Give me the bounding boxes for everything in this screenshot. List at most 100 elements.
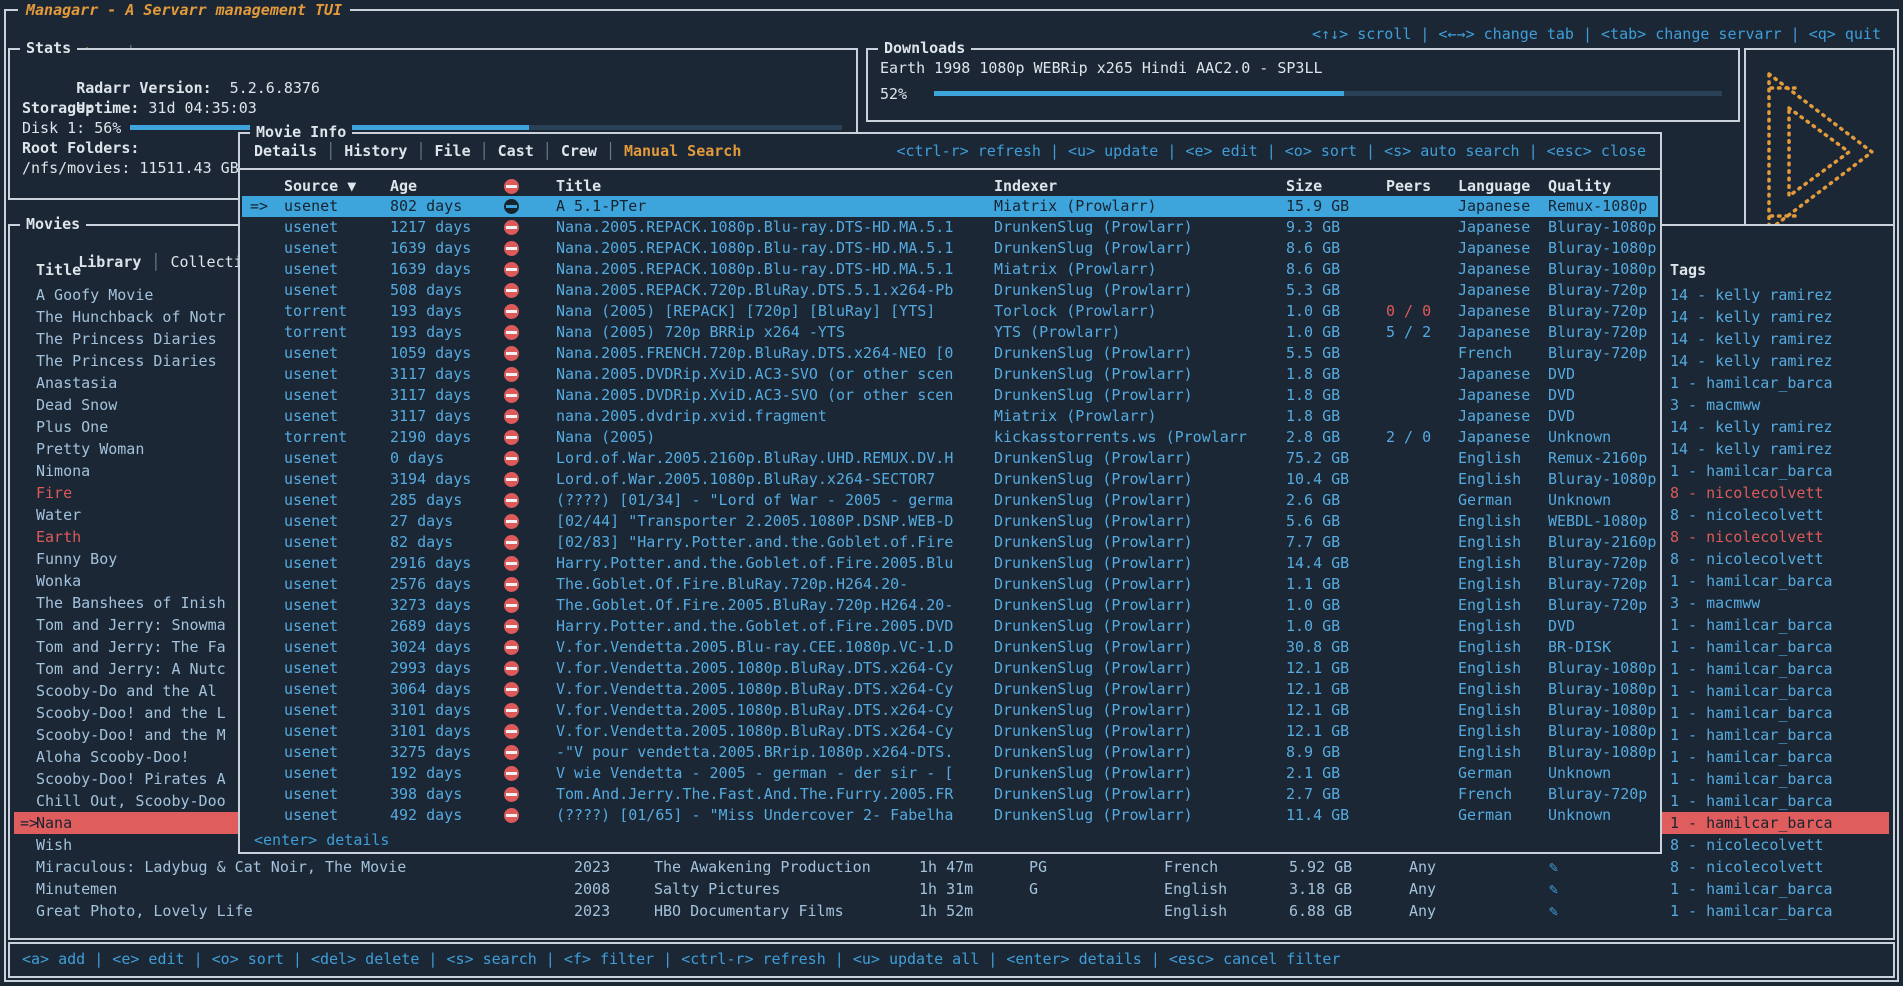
release-row[interactable]: usenet 82 days [02/83] "Harry.Potter.and… — [242, 532, 1658, 553]
release-title: V wie Vendetta - 2005 - german - der sir… — [556, 763, 953, 784]
movie-row[interactable]: Miraculous: Ladybug & Cat Noir, The Movi… — [14, 856, 1889, 878]
release-language: Japanese — [1458, 280, 1530, 301]
release-indexer: DrunkenSlug (Prowlarr) — [994, 364, 1193, 385]
release-row[interactable]: usenet 2576 days The.Goblet.Of.Fire.BluR… — [242, 574, 1658, 595]
rejection-icon — [504, 385, 519, 406]
release-peers: 5 / 2 — [1386, 322, 1431, 343]
selection-arrow: => — [250, 196, 268, 217]
release-source: usenet — [284, 406, 338, 427]
release-source: usenet — [284, 532, 338, 553]
release-row[interactable]: usenet 492 days (????) [01/65] - "Miss U… — [242, 805, 1658, 826]
release-row[interactable]: usenet 3101 days V.for.Vendetta.2005.108… — [242, 700, 1658, 721]
release-age: 3273 days — [390, 595, 471, 616]
release-size: 5.5 GB — [1286, 343, 1340, 364]
release-row[interactable]: usenet 3275 days -"V pour vendetta.2005.… — [242, 742, 1658, 763]
movie-size: 5.92 GB — [1289, 856, 1352, 878]
release-quality: Bluray-720p — [1548, 343, 1647, 364]
release-row[interactable]: usenet 3273 days The.Goblet.Of.Fire.2005… — [242, 595, 1658, 616]
release-row[interactable]: usenet 192 days V wie Vendetta - 2005 - … — [242, 763, 1658, 784]
release-row[interactable]: usenet 3117 days Nana.2005.DVDRip.XviD.A… — [242, 385, 1658, 406]
release-language: French — [1458, 343, 1512, 364]
release-title: The.Goblet.Of.Fire.BluRay.720p.H264.20- — [556, 574, 908, 595]
rejection-icon — [504, 763, 519, 784]
release-source: usenet — [284, 805, 338, 826]
movie-tag: 14 - kelly ramirez — [1670, 284, 1833, 306]
movie-title: Nimona — [36, 460, 90, 482]
release-age: 3024 days — [390, 637, 471, 658]
release-row[interactable]: usenet 1217 days Nana.2005.REPACK.1080p.… — [242, 217, 1658, 238]
release-row[interactable]: usenet 3117 days nana.2005.dvdrip.xvid.f… — [242, 406, 1658, 427]
movie-certification: G — [1029, 878, 1038, 900]
release-quality: BR-DISK — [1548, 637, 1611, 658]
release-source: usenet — [284, 763, 338, 784]
release-language: Japanese — [1458, 196, 1530, 217]
downloads-panel-title: Downloads — [878, 38, 971, 58]
movie-title: Pretty Woman — [36, 438, 144, 460]
release-age: 3117 days — [390, 364, 471, 385]
release-row[interactable]: usenet 3024 days V.for.Vendetta.2005.Blu… — [242, 637, 1658, 658]
movie-row[interactable]: Great Photo, Lovely Life 2023 HBO Docume… — [14, 900, 1889, 922]
release-footer-hint: <enter> details — [254, 830, 389, 850]
release-row[interactable]: usenet 508 days Nana.2005.REPACK.720p.Bl… — [242, 280, 1658, 301]
release-indexer: DrunkenSlug (Prowlarr) — [994, 532, 1193, 553]
movie-title: Miraculous: Ladybug & Cat Noir, The Movi… — [36, 856, 406, 878]
release-language: English — [1458, 721, 1521, 742]
release-language: Japanese — [1458, 259, 1530, 280]
release-size: 1.0 GB — [1286, 322, 1340, 343]
release-source: usenet — [284, 217, 338, 238]
release-row[interactable]: usenet 285 days (????) [01/34] - "Lord o… — [242, 490, 1658, 511]
rejection-icon — [504, 364, 519, 385]
release-row[interactable]: usenet 1639 days Nana.2005.REPACK.1080p.… — [242, 259, 1658, 280]
release-age: 3117 days — [390, 406, 471, 427]
release-language: English — [1458, 553, 1521, 574]
release-source: usenet — [284, 553, 338, 574]
release-source: usenet — [284, 742, 338, 763]
release-title: V.for.Vendetta.2005.Blu-ray.CEE.1080p.VC… — [556, 637, 953, 658]
rejection-icon — [504, 490, 519, 511]
release-row[interactable]: usenet 1059 days Nana.2005.FRENCH.720p.B… — [242, 343, 1658, 364]
release-row[interactable]: usenet 27 days [02/44] "Transporter 2.20… — [242, 511, 1658, 532]
release-title: [02/44] "Transporter 2.2005.1080P.DSNP.W… — [556, 511, 953, 532]
movie-info-modal: Movie Info Details│History│File│Cast│Cre… — [238, 132, 1662, 854]
release-row[interactable]: usenet 2993 days V.for.Vendetta.2005.108… — [242, 658, 1658, 679]
movie-title: Wonka — [36, 570, 81, 592]
release-row[interactable]: usenet 398 days Tom.And.Jerry.The.Fast.A… — [242, 784, 1658, 805]
release-language: English — [1458, 595, 1521, 616]
rejection-icon — [504, 700, 519, 721]
release-quality: Bluray-1080p — [1548, 238, 1656, 259]
release-row[interactable]: torrent 2190 days Nana (2005) kickasstor… — [242, 427, 1658, 448]
release-row[interactable]: usenet 3101 days V.for.Vendetta.2005.108… — [242, 721, 1658, 742]
release-size: 75.2 GB — [1286, 448, 1349, 469]
movie-tag: 14 - kelly ramirez — [1670, 416, 1833, 438]
release-title: [02/83] "Harry.Potter.and.the.Goblet.of.… — [556, 532, 953, 553]
release-row[interactable]: torrent 193 days Nana (2005) 720p BRRip … — [242, 322, 1658, 343]
release-size: 5.6 GB — [1286, 511, 1340, 532]
release-indexer: DrunkenSlug (Prowlarr) — [994, 658, 1193, 679]
release-source: usenet — [284, 637, 338, 658]
disk-usage-bar — [130, 125, 842, 130]
release-row[interactable]: => usenet 802 days A 5.1-PTer Miatrix (P… — [242, 196, 1658, 217]
release-size: 2.1 GB — [1286, 763, 1340, 784]
release-indexer: DrunkenSlug (Prowlarr) — [994, 217, 1193, 238]
release-quality: DVD — [1548, 385, 1575, 406]
release-age: 1639 days — [390, 259, 471, 280]
release-quality: Unknown — [1548, 805, 1611, 826]
release-row[interactable]: usenet 3117 days Nana.2005.DVDRip.XviD.A… — [242, 364, 1658, 385]
release-row[interactable]: usenet 3194 days Lord.of.War.2005.1080p.… — [242, 469, 1658, 490]
release-row[interactable]: usenet 1639 days Nana.2005.REPACK.1080p.… — [242, 238, 1658, 259]
release-row[interactable]: usenet 2689 days Harry.Potter.and.the.Go… — [242, 616, 1658, 637]
release-row[interactable]: torrent 193 days Nana (2005) [REPACK] [7… — [242, 301, 1658, 322]
release-row[interactable]: usenet 3064 days V.for.Vendetta.2005.108… — [242, 679, 1658, 700]
release-peers: 0 / 0 — [1386, 301, 1431, 322]
movie-title: The Banshees of Inish — [36, 592, 226, 614]
movie-runtime: 1h 52m — [919, 900, 973, 922]
movie-row[interactable]: Minutemen 2008 Salty Pictures 1h 31m G E… — [14, 878, 1889, 900]
movie-title: Chill Out, Scooby-Doo — [36, 790, 226, 812]
release-size: 14.4 GB — [1286, 553, 1349, 574]
release-row[interactable]: usenet 2916 days Harry.Potter.and.the.Go… — [242, 553, 1658, 574]
movie-title: Minutemen — [36, 878, 117, 900]
release-indexer: Torlock (Prowlarr) — [994, 301, 1157, 322]
release-indexer: DrunkenSlug (Prowlarr) — [994, 763, 1193, 784]
release-quality: Bluray-720p — [1548, 280, 1647, 301]
release-row[interactable]: usenet 0 days Lord.of.War.2005.2160p.Blu… — [242, 448, 1658, 469]
